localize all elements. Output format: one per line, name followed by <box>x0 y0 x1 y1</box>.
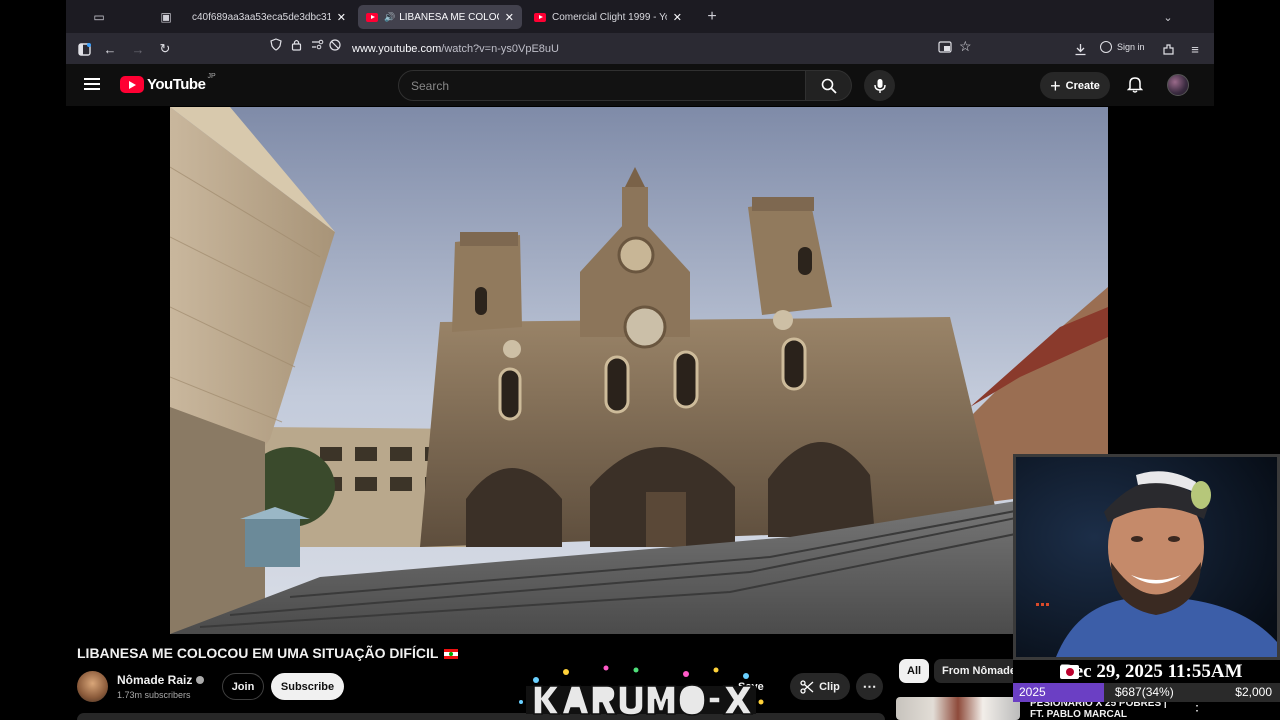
rec-title-line2: FT. PABLO MARCAL <box>1030 709 1128 720</box>
clip-label: Clip <box>819 680 840 693</box>
streamer-webcam <box>1013 454 1280 660</box>
channel-name-text: Nômade Raiz <box>117 673 193 687</box>
youtube-play-icon <box>120 76 144 93</box>
webcam-feed <box>1016 457 1277 657</box>
sign-in-label: Sign in <box>1117 42 1145 52</box>
join-button[interactable]: Join <box>222 673 264 700</box>
screen: ▭ ▣ c40f689aa3aa53eca5de3dbc3150f ✕ 🔊 LI… <box>0 0 1280 720</box>
microphone-icon <box>873 78 886 93</box>
plus-icon: + <box>1050 75 1061 96</box>
youtube-logo[interactable]: YouTube JP <box>120 73 216 93</box>
chip-all[interactable]: All <box>899 659 930 683</box>
lebanon-flag-icon <box>444 649 459 659</box>
donation-goal-bar: 2025 $687(34%) $2,000 <box>1013 683 1280 702</box>
permissions-icon[interactable] <box>311 38 324 56</box>
sign-in-button[interactable]: Sign in <box>1100 41 1145 53</box>
donation-goal-current: $687(34%) <box>1115 685 1174 699</box>
sidebar-icon[interactable] <box>74 39 94 59</box>
chip-from-channel[interactable]: From Nômade <box>934 659 1024 683</box>
sidebar-toggle-icon[interactable]: ▭ <box>88 7 110 27</box>
lock-icon[interactable] <box>291 38 302 56</box>
url-path: /watch?v=n-ys0VpE8uU <box>441 42 559 55</box>
navigation-bar: ← → ↻ www.youtube.com/watch?v=n-ys0VpE8u… <box>66 33 1214 64</box>
search-icon <box>821 78 837 94</box>
join-label: Join <box>231 680 255 693</box>
japan-flag-icon <box>1060 665 1079 679</box>
youtube-favicon-icon <box>366 12 378 22</box>
youtube-header: YouTube JP Search + Create <box>66 64 1214 106</box>
search-input[interactable]: Search <box>398 70 806 101</box>
chip-all-label: All <box>907 665 922 677</box>
subscribe-button[interactable]: Subscribe <box>271 673 344 700</box>
scissors-icon <box>800 679 814 694</box>
youtube-favicon-icon <box>534 12 546 22</box>
forward-icon[interactable]: → <box>128 39 148 59</box>
bookmark-star-icon[interactable]: ☆ <box>959 38 972 55</box>
new-tab-icon[interactable]: + <box>702 7 722 27</box>
chip-from-label: From Nômade <box>942 665 1016 677</box>
picture-in-picture-icon[interactable] <box>938 40 952 58</box>
tab-2-close-icon[interactable]: ✕ <box>505 11 514 24</box>
guide-menu-icon[interactable] <box>84 78 100 90</box>
video-frame <box>170 107 1108 634</box>
browser-window: ▭ ▣ c40f689aa3aa53eca5de3dbc3150f ✕ 🔊 LI… <box>66 0 1214 106</box>
back-icon[interactable]: ← <box>100 39 120 59</box>
more-actions-button[interactable]: ⋯ <box>856 673 883 700</box>
donation-goal-year: 2025 <box>1019 685 1046 699</box>
video-player[interactable] <box>170 107 1108 634</box>
stream-datetime: Dec 29, 2025 11:55AM <box>1013 660 1280 684</box>
tab-3[interactable]: Comercial Clight 1999 - YouTub ✕ <box>526 5 690 29</box>
tab-1-label: c40f689aa3aa53eca5de3dbc3150f <box>192 11 331 23</box>
reload-icon[interactable]: ↻ <box>155 39 175 59</box>
country-code: JP <box>207 73 216 80</box>
autoplay-blocked-icon[interactable] <box>329 38 341 56</box>
tab-1[interactable]: c40f689aa3aa53eca5de3dbc3150f ✕ <box>184 5 354 29</box>
donation-goal-target: $2,000 <box>1235 685 1272 699</box>
tracking-protection-icon[interactable] <box>270 38 282 56</box>
tab-bar: ▭ ▣ c40f689aa3aa53eca5de3dbc3150f ✕ 🔊 LI… <box>66 0 1214 33</box>
clip-button[interactable]: Clip <box>790 673 850 700</box>
verified-icon <box>196 676 205 684</box>
streamer-logo-watermark <box>519 665 764 716</box>
extensions-icon[interactable] <box>1158 39 1178 59</box>
tab-3-label: Comercial Clight 1999 - YouTub <box>552 11 667 23</box>
subscribe-label: Subscribe <box>280 680 335 693</box>
youtube-wordmark: YouTube <box>147 76 206 93</box>
tab-groups-icon[interactable]: ▣ <box>156 7 176 27</box>
url-host: www.youtube.com <box>352 42 442 55</box>
url-text[interactable]: www.youtube.com/watch?v=n-ys0VpE8uU <box>352 43 559 55</box>
channel-name[interactable]: Nômade Raiz <box>117 673 205 687</box>
account-icon <box>1100 41 1112 53</box>
video-title-text: LIBANESA ME COLOCOU EM UMA SITUAÇÃO DIFÍ… <box>77 645 439 661</box>
recommended-video-thumbnail[interactable] <box>896 697 1020 720</box>
video-title: LIBANESA ME COLOCOU EM UMA SITUAÇÃO DIFÍ… <box>77 645 459 661</box>
search-placeholder: Search <box>411 78 450 93</box>
tab-2[interactable]: 🔊 LIBANESA ME COLOCOU EM ✕ <box>358 5 522 29</box>
address-bar[interactable]: www.youtube.com/watch?v=n-ys0VpE8uU ☆ <box>270 37 1062 60</box>
more-icon: ⋯ <box>862 678 877 694</box>
downloads-icon[interactable] <box>1070 39 1090 59</box>
channel-avatar[interactable] <box>77 671 108 702</box>
tab-3-close-icon[interactable]: ✕ <box>673 11 682 24</box>
tab-1-close-icon[interactable]: ✕ <box>337 11 346 24</box>
user-avatar[interactable] <box>1167 74 1189 96</box>
create-button[interactable]: + Create <box>1040 72 1110 99</box>
app-menu-icon[interactable]: ≡ <box>1185 39 1205 59</box>
tab-2-label: LIBANESA ME COLOCOU EM <box>399 11 499 23</box>
notifications-icon[interactable] <box>1126 75 1144 98</box>
stream-datetime-text: Dec 29, 2025 11:55AM <box>1061 661 1243 682</box>
voice-search-button[interactable] <box>864 70 895 101</box>
audio-playing-icon[interactable]: 🔊 <box>384 12 395 23</box>
subscriber-count: 1.73m subscribers <box>117 690 191 700</box>
search-button[interactable] <box>806 70 852 101</box>
create-label: Create <box>1065 79 1100 92</box>
chevron-down-icon[interactable]: ⌄ <box>1158 7 1178 27</box>
